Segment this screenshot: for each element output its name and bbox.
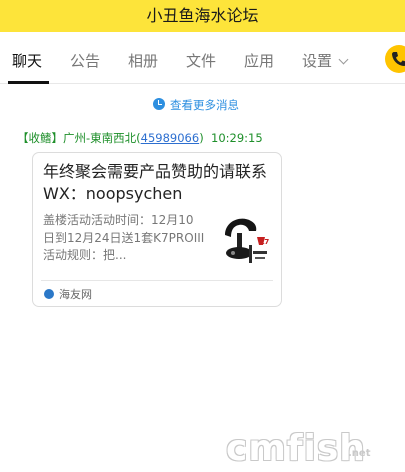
shared-link-card[interactable]: 年终聚会需要产品赞助的请联系WX：noopsychen 盖楼活动活动时间：12月… [32,152,282,307]
sender-name-close: ) [199,131,204,145]
tab-apps[interactable]: 应用 [244,50,274,71]
clock-icon [153,98,165,110]
active-tab-indicator [8,81,49,84]
card-source-label: 海友网 [59,288,92,301]
card-thumbnail-image: K7 [219,211,275,269]
sender-role-tag: 【收鳍】 [17,131,63,145]
tab-files[interactable]: 文件 [186,50,216,71]
tab-announcements[interactable]: 公告 [70,50,100,71]
sender-name[interactable]: 广州-東南西北( [63,131,141,145]
site-watermark-suffix: .net [348,448,371,459]
chevron-down-icon[interactable] [338,54,349,65]
phone-icon [392,52,405,66]
card-title: 年终聚会需要产品赞助的请联系WX：noopsychen [43,162,268,203]
tab-chat[interactable]: 聊天 [12,50,42,71]
phone-call-button[interactable] [385,45,405,73]
tab-bar: 聊天 公告 相册 文件 应用 设置 [0,32,405,84]
message-sender-line: 【收鳍】广州-東南西北(45989066) 10:29:15 [17,130,263,146]
message-time: 10:29:15 [211,131,263,145]
sender-qq-link[interactable]: 45989066 [141,131,200,145]
tab-album[interactable]: 相册 [128,50,158,71]
svg-text:K7: K7 [259,238,269,246]
source-logo-icon [44,289,54,299]
card-description: 盖楼活动活动时间：12月10日到12月24日送1套K7PROIII活动规则：把.… [43,213,205,262]
tab-settings[interactable]: 设置 [302,50,332,71]
load-more-link[interactable]: 查看更多消息 [170,97,239,113]
site-watermark: cmfish [226,428,366,469]
window-title: 小丑鱼海水论坛 [0,0,405,32]
card-divider [41,280,273,281]
